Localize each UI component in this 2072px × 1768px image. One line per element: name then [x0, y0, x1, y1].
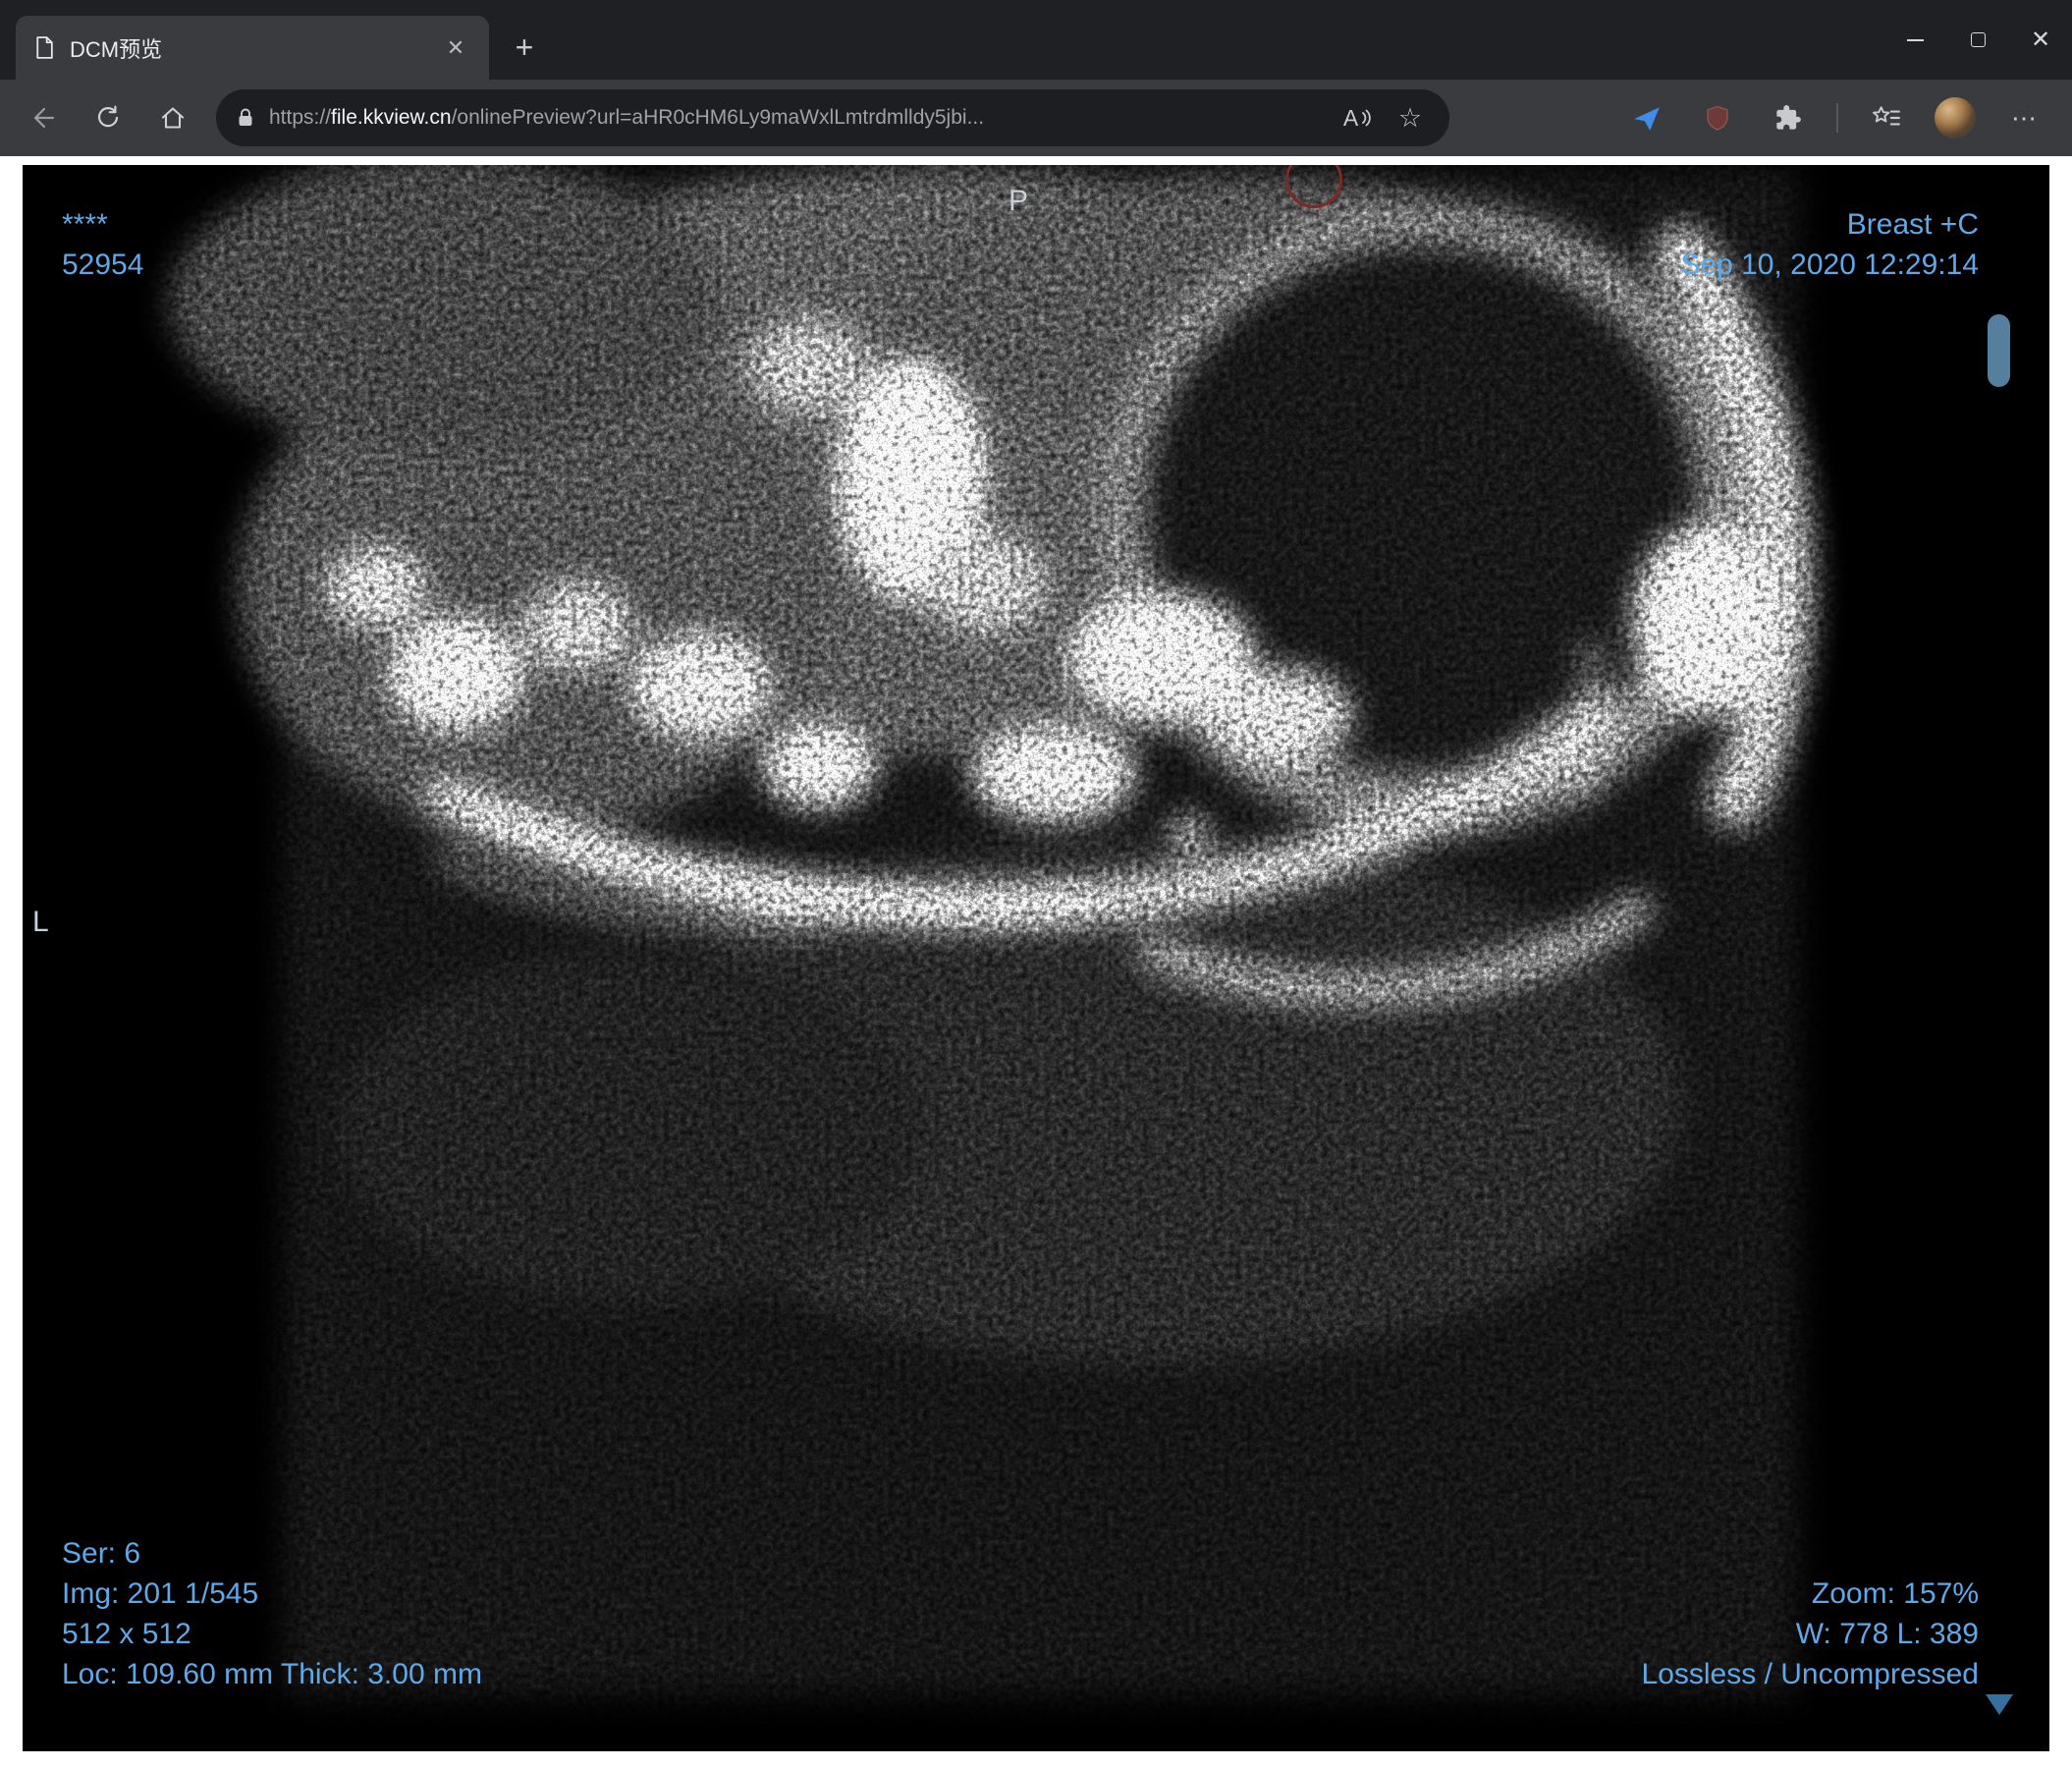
study-description: Breast +C	[1846, 208, 1979, 241]
maximize-icon	[1970, 32, 1986, 47]
patient-number: 52954	[62, 249, 144, 281]
series-number: Ser: 6	[62, 1537, 141, 1570]
slice-location: Loc: 109.60 mm Thick: 3.00 mm	[62, 1658, 482, 1690]
back-button[interactable]	[16, 91, 71, 144]
refresh-icon	[97, 105, 119, 128]
document-favicon-icon	[31, 35, 56, 60]
close-window-button[interactable]: ✕	[2009, 0, 2072, 80]
titlebar: DCM预览 ✕ + ✕	[0, 0, 2072, 80]
tab-close-icon[interactable]: ✕	[438, 30, 473, 66]
scroll-down-arrow-icon[interactable]	[1986, 1694, 2013, 1715]
browser-tab[interactable]: DCM预览 ✕	[16, 16, 489, 80]
url-host: file.kkview.cn	[331, 106, 452, 129]
profile-avatar[interactable]	[1935, 97, 1976, 138]
zoom-level: Zoom: 157%	[1811, 1577, 1979, 1610]
image-number: Img: 201 1/545	[62, 1577, 259, 1610]
address-bar[interactable]: https://file.kkview.cn/onlinePreview?url…	[216, 89, 1449, 146]
window-controls: ✕	[1883, 0, 2072, 80]
url-text: https://file.kkview.cn/onlinePreview?url…	[269, 106, 1324, 130]
overlay-patient-block: **** 52954	[62, 204, 143, 285]
more-menu-icon[interactable]: ⋯	[2001, 95, 2046, 140]
home-icon	[161, 107, 185, 129]
orientation-marker-left: L	[32, 906, 49, 938]
toolbar-divider	[1836, 103, 1838, 133]
toolbar-extensions: ⋯	[1624, 95, 2056, 140]
sound-wave-icon	[1362, 109, 1371, 127]
compression-info: Lossless / Uncompressed	[1641, 1658, 1979, 1690]
overlay-display-block: Zoom: 157% W: 778 L: 389 Lossless / Unco…	[1642, 1574, 1979, 1694]
extensions-puzzle-icon[interactable]	[1766, 95, 1811, 140]
maximize-button[interactable]	[1946, 0, 2009, 80]
favorite-star-icon[interactable]: ☆	[1390, 96, 1430, 139]
matrix-size: 512 x 512	[62, 1618, 191, 1650]
url-scheme: https://	[269, 106, 332, 129]
orientation-marker-posterior: P	[1009, 185, 1029, 217]
mri-image	[170, 165, 1811, 1695]
minimize-button[interactable]	[1883, 0, 1946, 80]
browser-window: DCM预览 ✕ + ✕ https://file.kkview.cn/onlin…	[0, 0, 2072, 1768]
lock-icon[interactable]	[236, 107, 255, 129]
overlay-study-block: Breast +C Sep 10, 2020 12:29:14	[1680, 204, 1979, 285]
favorites-hub-icon[interactable]	[1864, 95, 1909, 140]
navigation-bar: https://file.kkview.cn/onlinePreview?url…	[0, 80, 2072, 156]
back-arrow-icon	[33, 107, 55, 129]
scrollbar-thumb[interactable]	[1988, 314, 2010, 387]
url-path: /onlinePreview?url=aHR0cHM6Ly9maWxlLmtrd…	[451, 106, 985, 129]
study-datetime: Sep 10, 2020 12:29:14	[1680, 249, 1979, 281]
blue-extension-icon[interactable]	[1624, 95, 1669, 140]
minimize-icon	[1906, 38, 1924, 41]
overlay-series-block: Ser: 6 Img: 201 1/545 512 x 512 Loc: 109…	[62, 1533, 482, 1694]
patient-id-masked: ****	[62, 208, 108, 241]
dicom-viewport[interactable]: **** 52954 P L Breast +C Sep 10, 2020 12…	[23, 165, 2049, 1751]
page-background: **** 52954 P L Breast +C Sep 10, 2020 12…	[0, 156, 2072, 1768]
shield-extension-icon[interactable]	[1695, 95, 1740, 140]
refresh-button[interactable]	[81, 91, 136, 144]
home-button[interactable]	[145, 91, 200, 144]
read-aloud-icon: A	[1342, 104, 1359, 131]
window-level: W: 778 L: 389	[1795, 1618, 1979, 1650]
new-tab-button[interactable]: +	[499, 22, 550, 73]
read-aloud-button[interactable]: A	[1337, 96, 1377, 139]
tab-title: DCM预览	[70, 36, 163, 62]
